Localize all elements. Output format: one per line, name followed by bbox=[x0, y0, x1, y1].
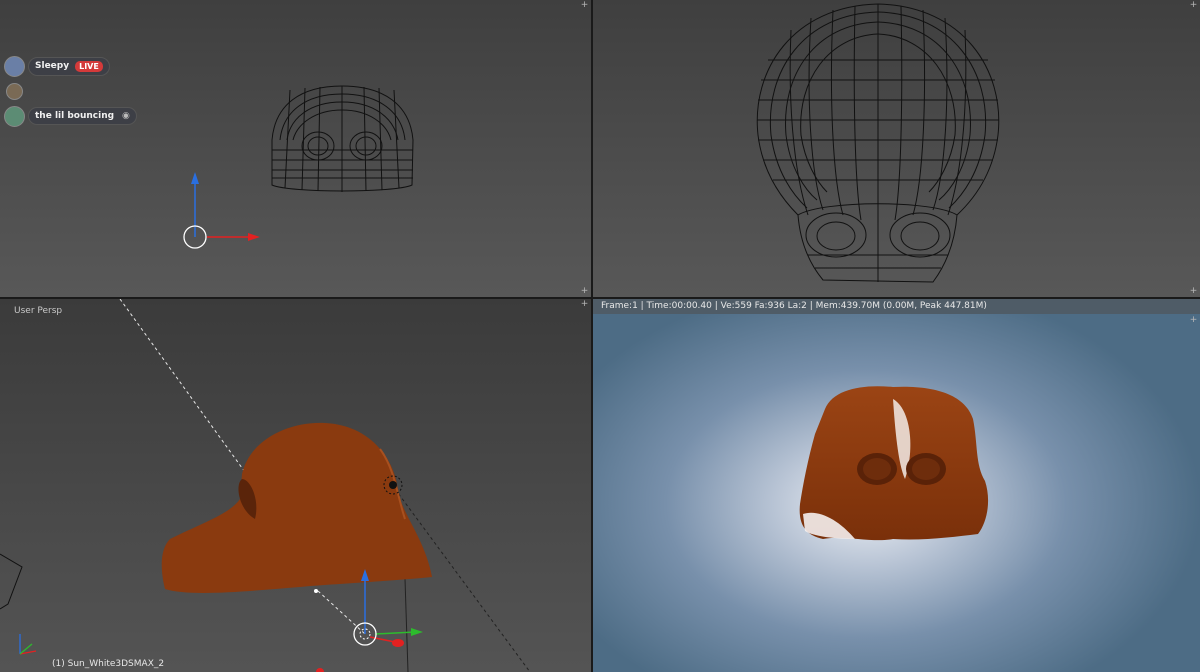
plus-icon[interactable]: + bbox=[580, 287, 589, 296]
transform-gizmo[interactable] bbox=[353, 569, 423, 647]
viewport-top-left[interactable]: Sleepy LIVE the lil bouncing ◉ + + bbox=[0, 0, 591, 297]
username-pill: Sleepy LIVE bbox=[28, 56, 110, 76]
username: the lil bouncing bbox=[35, 111, 115, 121]
active-object-label: (1) Sun_White3DSMAX_2 bbox=[52, 659, 165, 669]
viewport-divider-horizontal[interactable] bbox=[0, 297, 1200, 299]
username: Sleepy bbox=[35, 61, 70, 71]
avatar bbox=[6, 82, 23, 100]
wireframe-skull-top bbox=[756, 3, 1000, 283]
eye-icon: ◉ bbox=[122, 111, 130, 121]
wireframe-mask-front bbox=[183, 85, 414, 249]
avatar bbox=[4, 105, 25, 127]
overlay-user-row[interactable]: the lil bouncing ◉ bbox=[4, 104, 137, 128]
viewport-top-right[interactable]: + + bbox=[593, 0, 1200, 297]
overlay-user-row[interactable] bbox=[4, 79, 137, 103]
perspective-scene bbox=[0, 299, 531, 672]
rendered-mask bbox=[799, 386, 989, 541]
plus-icon[interactable]: + bbox=[1189, 1, 1198, 10]
viewport-bottom-left[interactable]: User Persp (1) Sun_White3DSMAX_2 + bbox=[0, 299, 591, 672]
plus-icon[interactable]: + bbox=[1189, 316, 1198, 325]
axis-orientation-icon bbox=[19, 634, 37, 655]
plus-icon[interactable]: + bbox=[580, 1, 589, 10]
plus-icon[interactable]: + bbox=[1189, 287, 1198, 296]
avatar bbox=[4, 55, 25, 77]
transform-gizmo[interactable] bbox=[183, 172, 260, 249]
streaming-overlay: Sleepy LIVE the lil bouncing ◉ bbox=[4, 54, 137, 129]
live-badge: LIVE bbox=[75, 60, 103, 72]
overlay-user-row[interactable]: Sleepy LIVE bbox=[4, 54, 137, 78]
username-pill: the lil bouncing ◉ bbox=[28, 107, 137, 125]
viewport-render[interactable]: Frame:1 | Time:00:00.40 | Ve:559 Fa:936 … bbox=[593, 299, 1200, 672]
viewport-divider-vertical[interactable] bbox=[591, 0, 593, 672]
plus-icon[interactable]: + bbox=[580, 300, 589, 309]
